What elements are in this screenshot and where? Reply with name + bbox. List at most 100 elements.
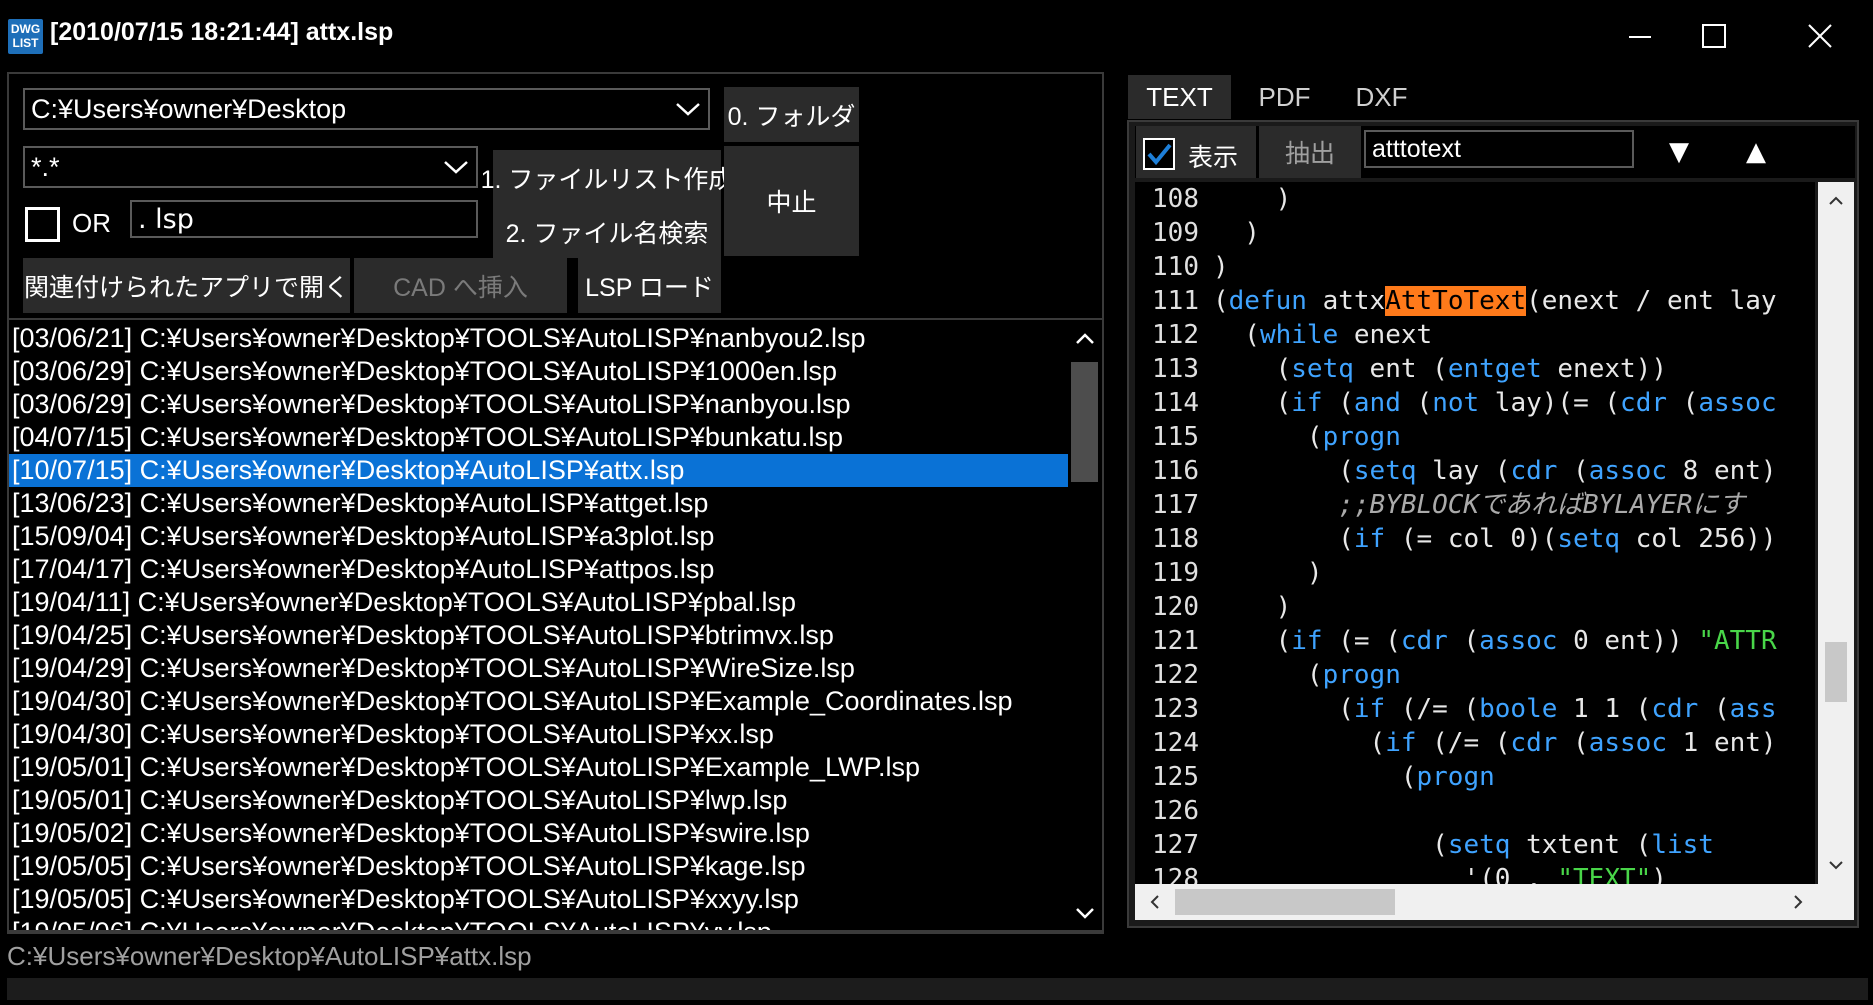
tab-pdf[interactable]: PDF xyxy=(1233,75,1336,119)
close-button[interactable] xyxy=(1768,0,1872,72)
file-list-item[interactable]: [04/07/15] C:¥Users¥owner¥Desktop¥TOOLS¥… xyxy=(9,421,1071,454)
status-path: C:¥Users¥owner¥Desktop¥AutoLISP¥attx.lsp xyxy=(7,941,532,971)
code-text: (while enext xyxy=(1213,320,1433,350)
file-list-item[interactable]: [13/06/23] C:¥Users¥owner¥Desktop¥AutoLI… xyxy=(9,487,1071,520)
search-next-button[interactable]: ▼ xyxy=(1669,137,1689,167)
pattern-combo[interactable]: *.* xyxy=(23,146,478,188)
scroll-left-icon[interactable] xyxy=(1141,884,1167,920)
file-list-item[interactable]: [19/05/01] C:¥Users¥owner¥Desktop¥TOOLS¥… xyxy=(9,751,1071,784)
line-number: 122 xyxy=(1152,660,1199,690)
tab-text[interactable]: TEXT xyxy=(1128,75,1231,119)
file-list-item[interactable]: [19/04/30] C:¥Users¥owner¥Desktop¥TOOLS¥… xyxy=(9,685,1071,718)
make-file-list-button[interactable]: 1. ファイルリスト作成 xyxy=(481,150,733,206)
scroll-thumb[interactable] xyxy=(1825,642,1847,702)
line-number: 123 xyxy=(1152,694,1199,724)
code-line: 128 '(0 . "TEXT") xyxy=(1135,862,1815,884)
close-icon xyxy=(1808,24,1832,48)
stop-button[interactable]: 中止 xyxy=(724,146,859,256)
code-text: (progn xyxy=(1213,422,1401,452)
file-list-item[interactable]: [15/09/04] C:¥Users¥owner¥Desktop¥AutoLI… xyxy=(9,520,1071,553)
code-text: ) xyxy=(1213,592,1292,622)
pattern-combo-value: *.* xyxy=(31,151,60,182)
code-line: 119 ) xyxy=(1135,556,1815,590)
code-horizontal-scrollbar[interactable] xyxy=(1135,884,1854,920)
file-list-item[interactable]: [19/04/30] C:¥Users¥owner¥Desktop¥TOOLS¥… xyxy=(9,718,1071,751)
scroll-thumb[interactable] xyxy=(1175,889,1395,915)
code-text: (progn xyxy=(1213,660,1401,690)
code-line: 114 (if (and (not lay)(= (cdr (assoc xyxy=(1135,386,1815,420)
code-line: 118 (if (= col 0)(setq col 256)) xyxy=(1135,522,1815,556)
folder-combo-value: C:¥Users¥owner¥Desktop xyxy=(31,93,347,124)
file-list-item[interactable]: [19/05/05] C:¥Users¥owner¥Desktop¥TOOLS¥… xyxy=(9,850,1071,883)
maximize-button[interactable] xyxy=(1662,0,1766,72)
line-number: 128 xyxy=(1152,864,1199,884)
scroll-down-icon[interactable] xyxy=(1818,852,1854,878)
or-label: OR xyxy=(72,208,111,238)
lsp-load-button[interactable]: LSP ロード xyxy=(578,258,721,313)
file-list-item[interactable]: [19/05/02] C:¥Users¥owner¥Desktop¥TOOLS¥… xyxy=(9,817,1071,850)
file-list-item[interactable]: [17/04/17] C:¥Users¥owner¥Desktop¥AutoLI… xyxy=(9,553,1071,586)
line-number: 119 xyxy=(1152,558,1199,588)
extract-button[interactable]: 抽出 xyxy=(1259,126,1361,178)
code-vertical-scrollbar[interactable] xyxy=(1818,182,1854,884)
code-text: (if (/= (cdr (assoc 1 ent) xyxy=(1213,728,1777,758)
code-line: 109 ) xyxy=(1135,216,1815,250)
line-number: 125 xyxy=(1152,762,1199,792)
folder-button[interactable]: 0. フォルダ xyxy=(724,87,859,142)
status-bar xyxy=(7,978,1868,1000)
code-line: 122 (progn xyxy=(1135,658,1815,692)
code-text: ;;BYBLOCKであればBYLAYERにす xyxy=(1338,490,1745,520)
file-list-item[interactable]: [03/06/29] C:¥Users¥owner¥Desktop¥TOOLS¥… xyxy=(9,355,1071,388)
file-list-item[interactable]: [10/07/15] C:¥Users¥owner¥Desktop¥AutoLI… xyxy=(9,454,1071,487)
show-checkbox[interactable] xyxy=(1143,138,1175,170)
scroll-right-icon[interactable] xyxy=(1785,884,1811,920)
filename-search-button[interactable]: 2. ファイル名検索 xyxy=(493,206,721,258)
open-with-app-button[interactable]: 関連付けられたアプリで開く xyxy=(23,258,350,313)
search-prev-button[interactable]: ▲ xyxy=(1746,137,1766,167)
line-number: 120 xyxy=(1152,592,1199,622)
scroll-down-icon[interactable] xyxy=(1068,898,1101,928)
line-number: 124 xyxy=(1152,728,1199,758)
code-text: (if (/= (boole 1 1 (cdr (ass xyxy=(1213,694,1777,724)
file-list-item[interactable]: [19/05/01] C:¥Users¥owner¥Desktop¥TOOLS¥… xyxy=(9,784,1071,817)
code-line: 123 (if (/= (boole 1 1 (cdr (ass xyxy=(1135,692,1815,726)
file-list-item[interactable]: [19/04/25] C:¥Users¥owner¥Desktop¥TOOLS¥… xyxy=(9,619,1071,652)
code-text: '(0 . "TEXT") xyxy=(1213,864,1667,884)
code-text: (setq ent (entget enext)) xyxy=(1213,354,1667,384)
folder-combo[interactable]: C:¥Users¥owner¥Desktop xyxy=(23,88,710,130)
code-line: 112 (while enext xyxy=(1135,318,1815,352)
cad-insert-button[interactable]: CAD へ挿入 xyxy=(354,258,567,313)
code-line: 113 (setq ent (entget enext)) xyxy=(1135,352,1815,386)
chevron-down-icon xyxy=(436,148,476,186)
code-text: (progn xyxy=(1213,762,1495,792)
code-text: ) xyxy=(1213,252,1229,282)
tab-dxf[interactable]: DXF xyxy=(1330,75,1433,119)
line-number: 116 xyxy=(1152,456,1199,486)
file-list-item[interactable]: [19/05/06] C:¥Users¥owner¥Desktop¥TOOLS¥… xyxy=(9,916,1071,930)
or-checkbox[interactable] xyxy=(25,207,60,242)
search-input[interactable]: atttotext xyxy=(1364,130,1634,168)
line-number: 109 xyxy=(1152,218,1199,248)
file-list-item[interactable]: [03/06/21] C:¥Users¥owner¥Desktop¥TOOLS¥… xyxy=(9,322,1071,355)
show-toggle[interactable]: 表示 xyxy=(1136,126,1256,178)
file-list-item[interactable]: [03/06/29] C:¥Users¥owner¥Desktop¥TOOLS¥… xyxy=(9,388,1071,421)
line-number: 118 xyxy=(1152,524,1199,554)
code-text: (setq lay (cdr (assoc 8 ent) xyxy=(1213,456,1777,486)
window-title: [2010/07/15 18:21:44] attx.lsp xyxy=(50,18,394,46)
code-line: 110) xyxy=(1135,250,1815,284)
scroll-thumb[interactable] xyxy=(1071,362,1098,482)
file-list-item[interactable]: [19/04/11] C:¥Users¥owner¥Desktop¥TOOLS¥… xyxy=(9,586,1071,619)
file-list-scrollbar[interactable] xyxy=(1068,322,1101,930)
scroll-up-icon[interactable] xyxy=(1818,187,1854,213)
file-list-item[interactable]: [19/05/05] C:¥Users¥owner¥Desktop¥TOOLS¥… xyxy=(9,883,1071,916)
code-text: ) xyxy=(1213,184,1292,214)
file-list[interactable]: [03/06/21] C:¥Users¥owner¥Desktop¥TOOLS¥… xyxy=(9,322,1071,930)
scroll-up-icon[interactable] xyxy=(1068,324,1101,354)
line-number: 114 xyxy=(1152,388,1199,418)
line-number: 121 xyxy=(1152,626,1199,656)
code-viewer[interactable]: 108 ) 109 ) 110) 111 (defun attxAttToText(en… xyxy=(1135,182,1815,884)
chevron-down-icon xyxy=(668,90,708,128)
code-text: (setq txtent (list xyxy=(1213,830,1714,860)
file-list-item[interactable]: [19/04/29] C:¥Users¥owner¥Desktop¥TOOLS¥… xyxy=(9,652,1071,685)
extension-input[interactable]: . lsp xyxy=(130,200,478,238)
